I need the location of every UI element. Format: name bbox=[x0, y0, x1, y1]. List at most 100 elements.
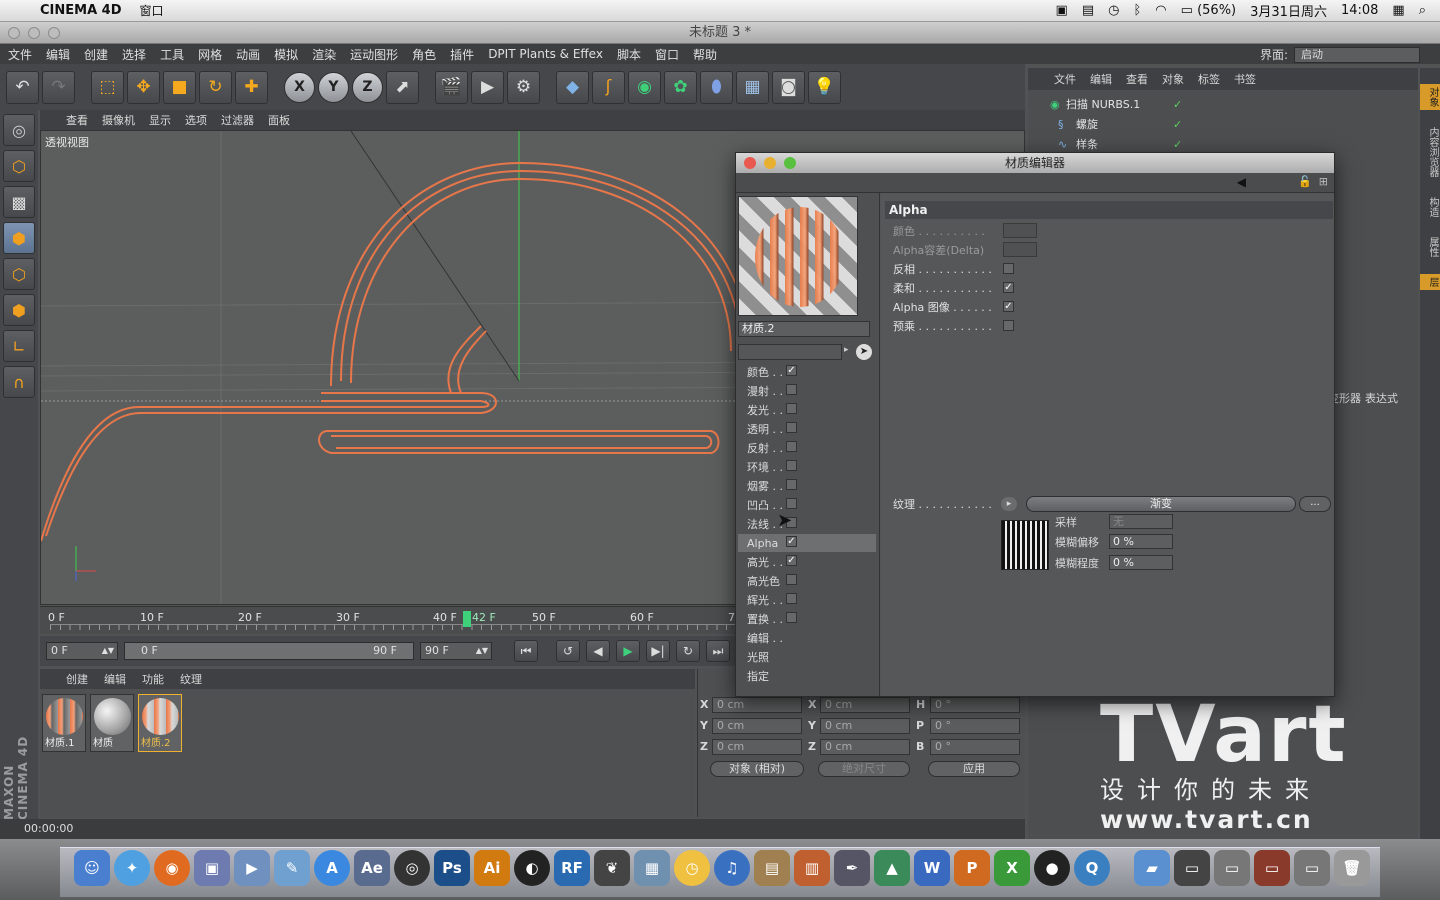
material-item[interactable]: 材质 bbox=[90, 694, 134, 752]
channel-checkbox[interactable] bbox=[786, 403, 797, 414]
channel-row[interactable]: 漫射 . . bbox=[738, 382, 876, 400]
size-y-field[interactable]: 0 cm bbox=[820, 718, 910, 734]
itunes-icon[interactable]: ♫ bbox=[714, 850, 750, 886]
window-menu[interactable]: 窗口 bbox=[140, 2, 164, 19]
app-name[interactable]: CINEMA 4D bbox=[40, 3, 122, 18]
property-checkbox[interactable]: ✓ bbox=[1003, 282, 1014, 293]
menu-script[interactable]: 脚本 bbox=[617, 46, 641, 63]
feather-icon[interactable]: ❦ bbox=[594, 850, 630, 886]
next-key-icon[interactable]: ↻ bbox=[676, 640, 700, 662]
render-view-icon[interactable]: 🎬 bbox=[435, 70, 468, 104]
apply-button[interactable]: 应用 bbox=[928, 761, 1020, 777]
deformer-icon[interactable]: ⬮ bbox=[700, 70, 733, 104]
viewport-menu-display[interactable]: 显示 bbox=[149, 112, 171, 128]
firefox-icon[interactable]: ◉ bbox=[154, 850, 190, 886]
menu-mesh[interactable]: 网格 bbox=[198, 46, 222, 63]
channel-checkbox[interactable] bbox=[786, 384, 797, 395]
menu-animate[interactable]: 动画 bbox=[236, 46, 260, 63]
viewport-menu-filter[interactable]: 过滤器 bbox=[221, 112, 254, 128]
object-row[interactable]: § 螺旋 ✓ bbox=[1028, 114, 1418, 134]
mat-menu-function[interactable]: 功能 bbox=[142, 671, 164, 687]
channel-checkbox[interactable] bbox=[786, 612, 797, 623]
step-back-icon[interactable]: ◀ bbox=[586, 640, 610, 662]
material-search-field[interactable] bbox=[738, 344, 842, 360]
channel-row[interactable]: 反射 . . bbox=[738, 439, 876, 457]
z-axis-icon[interactable]: Z bbox=[352, 71, 383, 103]
start-frame-field[interactable]: 0 F ▲▼ bbox=[46, 642, 118, 660]
pos-x-field[interactable]: 0 cm bbox=[712, 697, 802, 713]
channel-row[interactable]: 辉光 . . bbox=[738, 591, 876, 609]
chart-app-icon[interactable]: ▲ bbox=[874, 850, 910, 886]
battery-status[interactable]: ▭ (56%) bbox=[1181, 3, 1236, 18]
point-mode-icon[interactable]: ⬢ bbox=[3, 222, 35, 254]
mat-menu-create[interactable]: 创建 bbox=[66, 671, 88, 687]
property-checkbox[interactable]: ✓ bbox=[1003, 301, 1014, 312]
wifi-icon[interactable]: ◠ bbox=[1155, 3, 1166, 18]
presentation-icon[interactable]: ▥ bbox=[794, 850, 830, 886]
tab-layers[interactable]: 层 bbox=[1420, 274, 1440, 290]
menu-select[interactable]: 选择 bbox=[122, 46, 146, 63]
pos-z-field[interactable]: 0 cm bbox=[712, 739, 802, 755]
channel-row[interactable]: 高光 . . ✓ bbox=[738, 553, 876, 571]
camera-object-icon[interactable]: ◙ bbox=[772, 70, 805, 104]
minimize-window-button[interactable] bbox=[28, 27, 40, 39]
menu-mograph[interactable]: 运动图形 bbox=[350, 46, 398, 63]
pick-icon[interactable]: ➤ bbox=[856, 344, 872, 360]
sampling-dropdown[interactable]: 无 bbox=[1109, 514, 1173, 529]
material-name-field[interactable]: 材质.2 bbox=[738, 321, 870, 337]
crate-icon[interactable]: ▤ bbox=[754, 850, 790, 886]
coord-mode-dropdown[interactable]: 对象 (相对) bbox=[710, 761, 804, 777]
documents-stack-icon[interactable]: ▭ bbox=[1174, 850, 1210, 886]
channel-row[interactable]: 编辑 . . bbox=[738, 629, 876, 647]
channel-checkbox[interactable]: ✓ bbox=[786, 555, 797, 566]
channel-row[interactable]: 置换 . . bbox=[738, 610, 876, 628]
back-arrow-icon[interactable]: ◀ bbox=[1237, 175, 1246, 189]
photoshop-icon[interactable]: Ps bbox=[434, 850, 470, 886]
channel-row[interactable]: Alpha ✓ bbox=[738, 534, 876, 552]
light-icon[interactable]: 💡 bbox=[808, 70, 841, 104]
flag-icon[interactable]: ▦ bbox=[1392, 3, 1404, 18]
magnet-icon[interactable]: ∩ bbox=[3, 366, 35, 398]
parallels-icon[interactable]: ▣ bbox=[194, 850, 230, 886]
powerpoint-icon[interactable]: P bbox=[954, 850, 990, 886]
end-frame-field[interactable]: 90 F ▲▼ bbox=[420, 642, 492, 660]
channel-checkbox[interactable] bbox=[786, 422, 797, 433]
object-row[interactable]: ◉ 扫描 NURBS.1 ✓ bbox=[1028, 94, 1418, 114]
visible-check-icon[interactable]: ✓ bbox=[1173, 98, 1182, 111]
coordinate-system-icon[interactable]: ⬈ bbox=[386, 70, 419, 104]
axis-mode-icon[interactable]: ∟ bbox=[3, 330, 35, 362]
stack-ae-icon[interactable]: ▭ bbox=[1254, 850, 1290, 886]
camera-icon[interactable]: ▣ bbox=[1056, 3, 1068, 18]
viewport-menu-options[interactable]: 选项 bbox=[185, 112, 207, 128]
display-icon[interactable]: ▤ bbox=[1082, 3, 1094, 18]
size-mode-dropdown[interactable]: 绝对尺寸 bbox=[818, 761, 910, 777]
rot-b-field[interactable]: 0 ° bbox=[930, 739, 1020, 755]
pen-app-icon[interactable]: ✒ bbox=[834, 850, 870, 886]
dvd-player-icon[interactable]: ◎ bbox=[394, 850, 430, 886]
close-dialog-button[interactable] bbox=[744, 157, 756, 169]
prev-key-icon[interactable]: ↺ bbox=[556, 640, 580, 662]
blur-scale-field[interactable]: 0 % bbox=[1109, 555, 1173, 570]
rot-h-field[interactable]: 0 ° bbox=[930, 697, 1020, 713]
minimize-dialog-button[interactable] bbox=[764, 157, 776, 169]
tab-structure[interactable]: 构造 bbox=[1420, 194, 1440, 220]
scale-tool-icon[interactable]: ■ bbox=[163, 70, 196, 104]
y-axis-icon[interactable]: Y bbox=[318, 71, 349, 103]
material-item[interactable]: 材质.1 bbox=[42, 694, 86, 752]
material-preview-swatch[interactable] bbox=[738, 196, 858, 316]
mat-menu-edit[interactable]: 编辑 bbox=[104, 671, 126, 687]
cinema4d-icon[interactable]: ◐ bbox=[514, 850, 550, 886]
visible-check-icon[interactable]: ✓ bbox=[1173, 118, 1182, 131]
property-checkbox[interactable] bbox=[1003, 263, 1014, 274]
channel-row[interactable]: 指定 bbox=[738, 667, 876, 685]
render-picture-icon[interactable]: ▶ bbox=[471, 70, 504, 104]
step-forward-icon[interactable]: ▶| bbox=[646, 640, 670, 662]
move-tool-icon[interactable]: ✥ bbox=[127, 70, 160, 104]
channel-row[interactable]: 法线 . . bbox=[738, 515, 876, 533]
channel-row[interactable]: 高光色 bbox=[738, 572, 876, 590]
stack-misc-icon[interactable]: ▭ bbox=[1294, 850, 1330, 886]
app-store-icon[interactable]: A bbox=[314, 850, 350, 886]
cube-icon[interactable]: ◆ bbox=[556, 70, 589, 104]
viewport-menu-camera[interactable]: 摄像机 bbox=[102, 112, 135, 128]
preview-icon[interactable]: ✎ bbox=[274, 850, 310, 886]
